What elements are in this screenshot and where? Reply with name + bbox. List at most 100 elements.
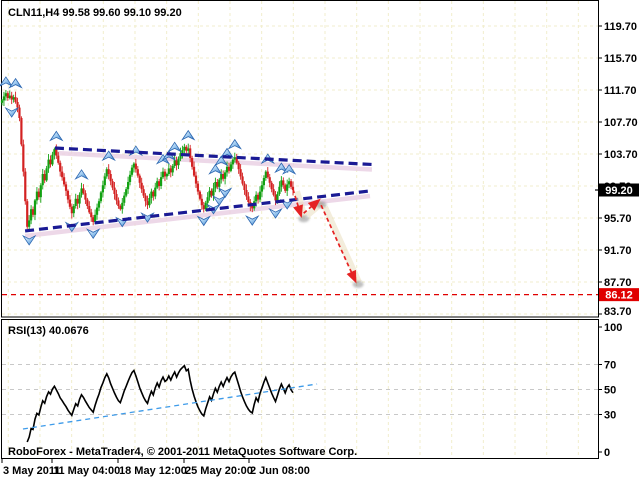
candle-body [146,201,148,205]
candle-body [18,108,20,118]
candle-body [22,144,24,171]
price-axis-label: 83.70 [604,306,632,318]
candle-body [282,180,284,185]
candle-body [195,176,197,184]
candle-body [32,209,34,215]
candle-body [57,156,59,163]
candle-body [55,149,57,155]
candle-body [278,187,280,194]
candle-body [224,172,226,178]
candle-body [110,174,112,181]
candle-body [166,174,168,176]
candle-body [263,178,265,185]
candle-body [193,167,195,176]
chart-canvas: CLN11,H4 99.58 99.60 99.10 99.20 RSI(13)… [0,0,640,480]
rsi-axis-label: 0 [604,447,610,459]
candle-body [144,196,146,202]
candle-body [199,192,201,199]
candle-body [240,169,242,176]
candle-body [267,172,269,178]
date-label: 18 May 12:00 [119,465,187,477]
candle-body [73,206,75,213]
candle-body [274,195,276,201]
candle-body [288,181,290,184]
main-plot-area[interactable] [2,1,599,318]
candle-body [210,191,212,196]
price-axis-label: 95.70 [604,213,632,225]
candle-body [7,93,9,98]
price-axis: 119.70115.70111.70107.70103.7099.7095.70… [598,21,638,318]
candle-body [34,200,36,214]
price-axis-label: 111.70 [604,85,636,97]
rsi-indicator-label: RSI(13) 40.0676 [8,325,89,337]
candle-body [82,188,84,193]
candle-body [152,192,154,197]
candle-body [3,96,5,100]
candle-body [257,195,259,200]
candle-body [183,147,185,150]
candle-body [113,188,115,194]
candle-body [36,192,38,201]
arrow-tip-shadow [298,215,309,222]
candle-body [176,160,178,165]
candle-body [11,96,13,100]
candle-body [185,147,187,151]
rsi-axis: 1007050300 [598,322,622,459]
candle-body [218,180,220,187]
candle-body [98,201,100,207]
candle-body [241,176,243,183]
candle-body [251,206,253,208]
candle-body [261,185,263,191]
candle-body [133,164,135,168]
candle-body [77,199,79,204]
current-price-badge: 99.20 [595,184,639,198]
candle-body [271,183,273,189]
candle-body [51,155,53,165]
price-axis-label: 91.70 [604,245,632,257]
chart-title: CLN11,H4 99.58 99.60 99.10 99.20 [8,7,182,19]
candle-body [208,191,210,197]
candle-body [9,96,11,98]
candle-body [42,174,44,185]
candle-body [127,182,129,189]
date-label: 2 Jun 08:00 [250,465,310,477]
candle-body [265,172,267,178]
price-axis-label: 115.70 [604,53,637,65]
candle-body [162,172,164,178]
candle-body [156,181,158,187]
candle-body [139,176,141,183]
candle-body [100,192,102,201]
candle-body [150,192,152,198]
candle-body [129,175,131,182]
candle-body [143,189,145,195]
candle-body [104,176,106,185]
candle-body [181,150,183,153]
candle-body [290,181,292,187]
candle-body [148,198,150,205]
price-axis-label: 87.70 [604,277,632,289]
candle-body [88,206,90,212]
time-axis: 3 May 201111 May 04:0018 May 12:0025 May… [2,459,310,477]
candle-body [49,160,51,165]
candle-body [201,199,203,205]
current-price-value: 99.20 [605,185,633,197]
candle-body [286,184,288,190]
candle-body [232,160,234,165]
candle-body [24,172,26,202]
candle-body [158,181,160,186]
candle-body [207,197,209,203]
candle-body [276,194,278,200]
candle-body [46,168,48,180]
date-label: 25 May 20:00 [185,465,253,477]
candle-body [269,177,271,183]
candle-body [131,168,133,175]
price-axis-label: 103.70 [604,149,638,161]
candle-body [238,163,240,169]
candle-body [102,185,104,192]
mt4-chart-window: CLN11,H4 99.58 99.60 99.10 99.20 RSI(13)… [0,0,640,480]
candle-body [69,200,71,207]
candle-body [160,177,162,186]
candle-body [96,208,98,215]
candle-body [13,97,15,99]
rsi-axis-label: 100 [604,322,622,334]
